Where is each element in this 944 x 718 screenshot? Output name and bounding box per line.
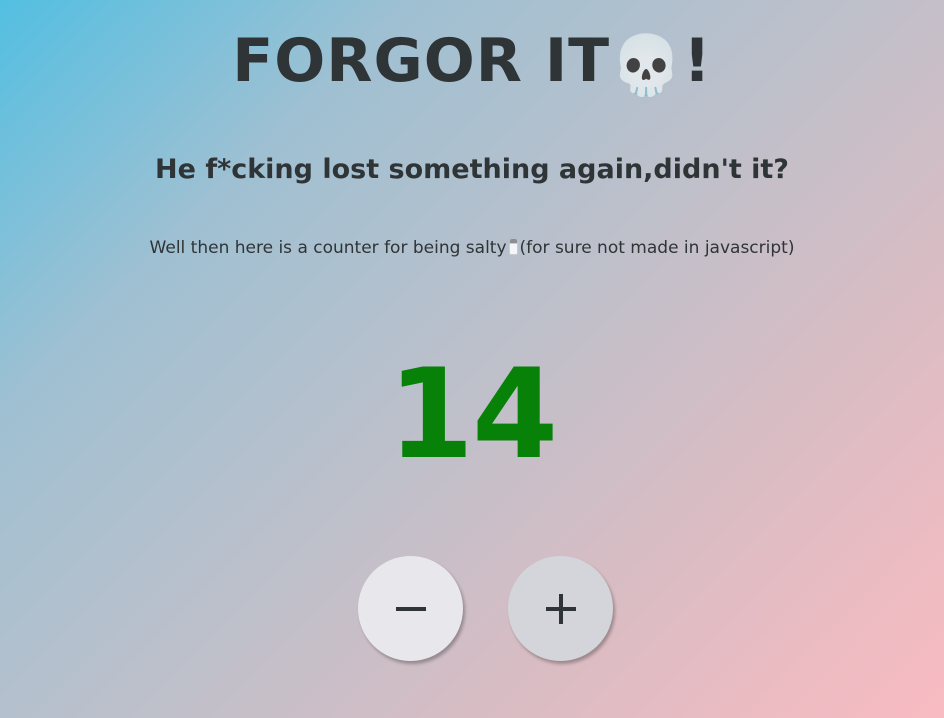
page-subtitle: He f*cking lost something again,didn't i… <box>155 154 789 185</box>
description-text-before: Well then here is a counter for being sa… <box>149 238 507 258</box>
page-description: Well then here is a counter for being sa… <box>0 236 944 260</box>
decrement-button[interactable] <box>358 556 463 661</box>
minus-icon <box>395 606 426 611</box>
page-title: FORGOR IT💀! <box>0 28 944 94</box>
counter-value: 14 <box>387 343 559 487</box>
page-title-suffix: ! <box>683 26 712 96</box>
page-title-text: FORGOR IT <box>232 26 611 96</box>
salt-shaker-icon <box>508 239 518 255</box>
skull-icon: 💀 <box>610 31 684 99</box>
app-container: FORGOR IT💀! He f*cking lost something ag… <box>0 0 944 718</box>
increment-button[interactable] <box>508 556 613 661</box>
description-text-after: (for sure not made in javascript) <box>519 238 795 258</box>
plus-icon <box>545 593 576 624</box>
